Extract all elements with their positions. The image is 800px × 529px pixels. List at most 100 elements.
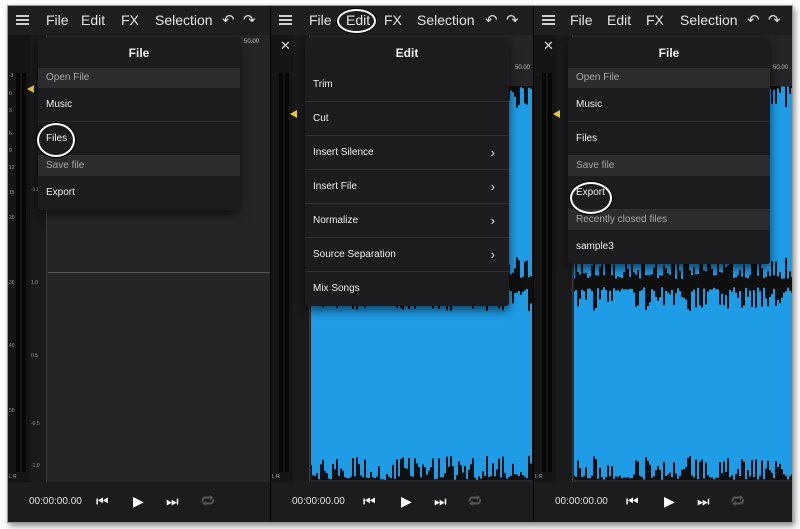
- menu-item-label: Normalize: [313, 215, 359, 226]
- loop-icon[interactable]: 🔁︎: [201, 494, 215, 508]
- channel-separator: [48, 272, 270, 273]
- menu-selection[interactable]: Selection: [417, 12, 475, 28]
- meter-label: -3: [9, 73, 14, 79]
- menu-edit[interactable]: Edit: [81, 12, 105, 28]
- meter-label: 6: [9, 131, 12, 137]
- skip-back-icon[interactable]: ⏮: [363, 494, 376, 508]
- menu-fx[interactable]: FX: [646, 12, 664, 28]
- redo-icon[interactable]: ↷: [243, 11, 256, 29]
- play-icon[interactable]: ▶: [401, 494, 412, 508]
- menu-fx[interactable]: FX: [121, 12, 139, 28]
- menu-item-export[interactable]: Export: [38, 176, 240, 210]
- file-menu-dropdown: File Open File Music Files Save file Exp…: [568, 38, 770, 264]
- scale-label: -0.5: [31, 421, 40, 427]
- menu-item-music[interactable]: Music: [568, 88, 770, 122]
- menu-item-cut[interactable]: Cut: [305, 102, 509, 136]
- menu-selection[interactable]: Selection: [155, 12, 213, 28]
- redo-icon[interactable]: ↷: [506, 11, 519, 29]
- close-icon[interactable]: ✕: [280, 38, 291, 54]
- chevron-right-icon: ›: [490, 247, 495, 262]
- meter-label: 9: [9, 148, 12, 154]
- close-icon[interactable]: ✕: [543, 38, 554, 54]
- menu-item-files[interactable]: Files: [568, 122, 770, 156]
- level-meter: -3 0 3 6 9 12 15 20 30 40 50 L R: [8, 35, 30, 482]
- scale-label: 0.5: [31, 353, 38, 359]
- panel-edit-menu: File Edit FX Selection ↶ ↷ L R ✕ 50.00 E…: [271, 6, 533, 522]
- chevron-right-icon: ›: [490, 179, 495, 194]
- meter-label: 30: [9, 280, 15, 286]
- playhead-marker[interactable]: [553, 110, 560, 118]
- menu-title: File: [38, 38, 240, 68]
- hamburger-icon[interactable]: [16, 15, 29, 25]
- menu-item-source-separation[interactable]: Source Separation ›: [305, 238, 509, 272]
- skip-forward-icon[interactable]: ⏭: [697, 494, 710, 508]
- meter-label: 12: [9, 165, 15, 171]
- meter-bar-right: [548, 73, 552, 472]
- meter-bar-right: [22, 73, 26, 472]
- playhead-marker[interactable]: [27, 85, 34, 93]
- skip-back-icon[interactable]: ⏮: [96, 494, 109, 508]
- undo-icon[interactable]: ↶: [747, 11, 760, 29]
- ruler-mark: 50.00: [773, 65, 789, 71]
- playhead-marker[interactable]: [290, 110, 297, 118]
- loop-icon[interactable]: 🔁︎: [468, 494, 482, 508]
- skip-forward-icon[interactable]: ⏭: [166, 494, 179, 508]
- meter-label: 40: [9, 343, 15, 349]
- menu-file[interactable]: File: [570, 12, 593, 28]
- loop-icon[interactable]: 🔁︎: [731, 494, 745, 508]
- menu-edit[interactable]: Edit: [607, 12, 631, 28]
- menu-fx[interactable]: FX: [384, 12, 402, 28]
- meter-label: 0: [9, 91, 12, 97]
- highlight-ring-export: [570, 182, 612, 214]
- menu-item-music[interactable]: Music: [38, 88, 240, 122]
- level-meter: L R: [534, 35, 556, 482]
- menu-file[interactable]: File: [309, 12, 332, 28]
- menu-selection[interactable]: Selection: [680, 12, 738, 28]
- file-menu-dropdown: File Open File Music Files Save file Exp…: [38, 38, 240, 210]
- time-display: 00:00:00.00: [555, 496, 608, 507]
- chevron-right-icon: ›: [490, 145, 495, 160]
- menu-item-insert-file[interactable]: Insert File ›: [305, 170, 509, 204]
- redo-icon[interactable]: ↷: [768, 11, 781, 29]
- meter-label: 50: [9, 408, 15, 414]
- meter-bar-right: [285, 73, 289, 472]
- undo-icon[interactable]: ↶: [222, 11, 235, 29]
- channel-labels: L R: [9, 474, 17, 480]
- undo-icon[interactable]: ↶: [485, 11, 498, 29]
- edit-menu-dropdown: Edit Trim Cut Insert Silence › Insert Fil…: [305, 38, 509, 306]
- menu-item-label: Insert Silence: [313, 147, 374, 158]
- menu-item-insert-silence[interactable]: Insert Silence ›: [305, 136, 509, 170]
- meter-bar-left: [16, 73, 20, 472]
- section-save-file: Save file: [568, 156, 770, 176]
- menu-item-normalize[interactable]: Normalize ›: [305, 204, 509, 238]
- skip-back-icon[interactable]: ⏮: [626, 494, 639, 508]
- skip-forward-icon[interactable]: ⏭: [434, 494, 447, 508]
- time-display: 00:00:00.00: [292, 496, 345, 507]
- transport-bar: 00:00:00.00 ⏮ ▶ ⏭ 🔁︎: [8, 482, 270, 522]
- menu-item-label: Trim: [313, 79, 333, 90]
- scale-label: -1.0: [31, 463, 40, 469]
- section-open-file: Open File: [568, 68, 770, 88]
- level-meter: L R: [271, 35, 293, 482]
- meter-label: 15: [9, 190, 15, 196]
- channel-labels: L R: [272, 474, 280, 480]
- channel-labels: L R: [535, 474, 543, 480]
- hamburger-icon[interactable]: [542, 15, 555, 25]
- menu-item-label: Source Separation: [313, 249, 396, 260]
- hamburger-icon[interactable]: [279, 15, 292, 25]
- menu-item-trim[interactable]: Trim: [305, 68, 509, 102]
- highlight-ring-edit: [337, 9, 376, 33]
- ruler-mark: 50.00: [244, 39, 260, 45]
- highlight-ring-files: [37, 123, 75, 157]
- panel-export-menu: File Edit FX Selection ↶ ↷ L R ✕ 50.00 F…: [534, 6, 792, 522]
- meter-bar-left: [542, 73, 546, 472]
- top-bar: File Edit FX Selection ↶ ↷: [271, 6, 533, 35]
- menu-item-recent-sample3[interactable]: sample3: [568, 230, 770, 264]
- meter-bar-left: [279, 73, 283, 472]
- meter-label: 20: [9, 215, 15, 221]
- menu-item-mix-songs[interactable]: Mix Songs: [305, 272, 509, 306]
- play-icon[interactable]: ▶: [664, 494, 675, 508]
- play-icon[interactable]: ▶: [133, 494, 144, 508]
- time-display: 00:00:00.00: [29, 496, 82, 507]
- menu-file[interactable]: File: [46, 12, 69, 28]
